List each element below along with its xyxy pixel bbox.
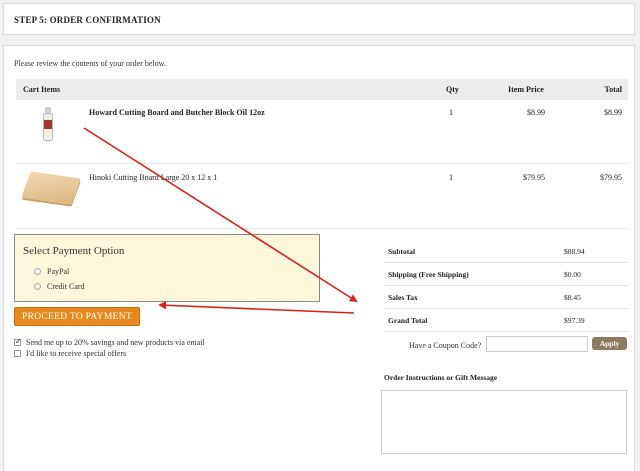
header-cart-items: Cart Items xyxy=(23,85,61,94)
grand-total-value: $97.39 xyxy=(564,316,585,325)
shipping-value: $0.00 xyxy=(564,270,581,279)
payment-option-title: Select Payment Option xyxy=(23,245,125,257)
paypal-label: PayPal xyxy=(47,267,70,276)
subtotal-value: $88.94 xyxy=(564,247,585,256)
totals-row-shipping: Shipping (Free Shipping) $0.00 xyxy=(384,263,628,286)
header-item-price: Item Price xyxy=(508,85,544,94)
sales-tax-value: $8.45 xyxy=(564,293,581,302)
product-price: $79.95 xyxy=(523,173,545,182)
totals-row-sales-tax: Sales Tax $8.45 xyxy=(384,286,628,309)
coupon-label: Have a Coupon Code? xyxy=(409,341,482,350)
special-offers-option[interactable]: I'd like to receive special offers xyxy=(14,349,126,358)
apply-coupon-button[interactable]: Apply xyxy=(592,337,627,350)
product-image-cutting-board[interactable] xyxy=(21,171,81,205)
product-qty: 1 xyxy=(449,108,453,117)
sales-tax-label: Sales Tax xyxy=(388,293,418,302)
special-offers-label: I'd like to receive special offers xyxy=(26,349,127,358)
order-panel: Please review the contents of your order… xyxy=(3,45,635,471)
product-name[interactable]: Hinoki Cutting Board Large 20 x 12 x 1 xyxy=(89,173,217,182)
shipping-label: Shipping (Free Shipping) xyxy=(388,270,469,279)
header-qty: Qty xyxy=(446,85,459,94)
proceed-to-payment-button[interactable]: PROCEED TO PAYMENT xyxy=(14,307,140,326)
step-title: STEP 5: ORDER CONFIRMATION xyxy=(14,15,161,25)
coupon-input[interactable] xyxy=(486,336,588,352)
grand-total-label: Grand Total xyxy=(388,316,428,325)
product-name[interactable]: Howard Cutting Board and Butcher Block O… xyxy=(89,108,265,117)
newsletter-option[interactable]: Send me up to 20% savings and new produc… xyxy=(14,337,205,347)
order-instructions-label: Order Instructions or Gift Message xyxy=(384,373,498,382)
cart-row: Hinoki Cutting Board Large 20 x 12 x 1 1… xyxy=(16,165,628,229)
paypal-radio[interactable] xyxy=(34,268,41,275)
credit-card-radio[interactable] xyxy=(34,283,41,290)
product-total: $79.95 xyxy=(600,173,622,182)
cart-header: Cart Items Qty Item Price Total xyxy=(16,79,628,100)
credit-card-label: Credit Card xyxy=(47,282,85,291)
payment-option-box: Select Payment Option PayPal Credit Card xyxy=(14,234,320,302)
product-image-oil-bottle[interactable] xyxy=(43,107,53,141)
step-header: STEP 5: ORDER CONFIRMATION xyxy=(3,3,635,35)
totals-row-subtotal: Subtotal $88.94 xyxy=(384,240,628,263)
totals-row-grand-total: Grand Total $97.39 xyxy=(384,309,628,332)
order-instructions-textarea[interactable] xyxy=(381,390,627,454)
product-qty: 1 xyxy=(449,173,453,182)
cart-row: Howard Cutting Board and Butcher Block O… xyxy=(16,100,628,164)
payment-option-paypal[interactable]: PayPal xyxy=(34,267,69,276)
payment-option-credit-card[interactable]: Credit Card xyxy=(34,282,85,291)
intro-text: Please review the contents of your order… xyxy=(14,59,166,68)
header-total: Total xyxy=(604,85,623,94)
newsletter-label: Send me up to 20% savings and new produc… xyxy=(26,338,205,347)
subtotal-label: Subtotal xyxy=(388,247,416,256)
newsletter-checkbox[interactable] xyxy=(14,337,22,346)
product-total: $8.99 xyxy=(604,108,622,117)
special-offers-checkbox[interactable] xyxy=(14,350,21,357)
product-price: $8.99 xyxy=(527,108,545,117)
